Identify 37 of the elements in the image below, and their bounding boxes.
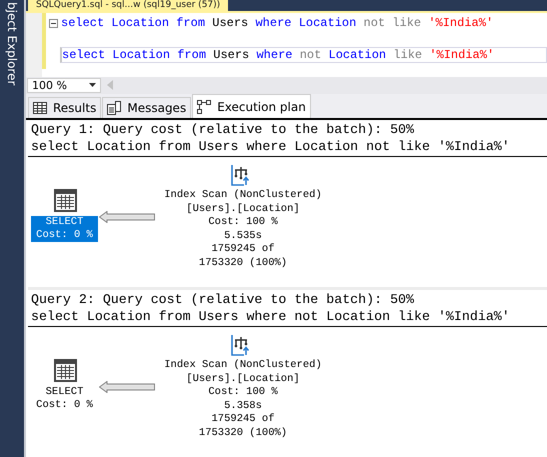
operator-label: 1759245 of bbox=[211, 243, 274, 256]
table-icon[interactable] bbox=[54, 359, 77, 382]
document-icon bbox=[107, 101, 122, 115]
collapse-icon[interactable] bbox=[48, 18, 58, 28]
caret-icon bbox=[89, 83, 96, 88]
result-tab[interactable]: Messages bbox=[102, 97, 192, 118]
result-tab[interactable]: Results bbox=[28, 97, 102, 118]
object-explorer-tab[interactable]: bject Explorer bbox=[5, 2, 19, 457]
operator-label: Cost: 100 % bbox=[208, 386, 278, 400]
query-cost-text: Query 2: Query cost (relative to the batch): 50% bbox=[31, 291, 416, 308]
operator-label: 1759245 of bbox=[211, 413, 274, 426]
table-icon[interactable] bbox=[54, 189, 77, 212]
code-line: select Location from Users where Location not like '%India%' bbox=[60, 15, 494, 31]
operator-label: 1753320 (100%) bbox=[198, 256, 288, 270]
index-scan-icon[interactable] bbox=[231, 164, 251, 186]
index-scan-icon[interactable] bbox=[231, 334, 251, 356]
flow-arrow bbox=[99, 381, 155, 393]
document-tab[interactable]: SQLQuery1.sql - sql...w (sql19_user (57)) bbox=[28, 0, 228, 11]
change-marker bbox=[42, 13, 46, 69]
query-cost-text: Query 1: Query cost (relative to the batch): 50% bbox=[31, 121, 416, 138]
query-text: select Location from Users where not Location like '%India%' bbox=[31, 308, 511, 325]
operator-label: Index Scan (NonClustered) bbox=[164, 189, 322, 202]
operator-label: Index Scan (NonClustered) bbox=[164, 359, 322, 372]
operator-label: [Users].[Location] bbox=[186, 372, 300, 386]
flowchart-icon bbox=[197, 100, 212, 114]
zoom-dropdown[interactable]: 100 % bbox=[27, 78, 101, 93]
select-node[interactable]: SELECT Cost: 0 % bbox=[31, 386, 98, 412]
flow-arrow bbox=[99, 211, 155, 223]
operator-label: 1753320 (100%) bbox=[198, 426, 288, 440]
operator-label: [Users].[Location] bbox=[186, 202, 300, 216]
operator-label: 5.358s bbox=[224, 400, 262, 413]
grid-icon bbox=[33, 102, 47, 114]
result-tab[interactable]: Execution plan bbox=[192, 94, 311, 118]
query-text: select Location from Users where Location not like '%India%' bbox=[31, 138, 511, 155]
select-node[interactable]: SELECT Cost: 0 % bbox=[31, 216, 98, 242]
operator-label: 5.535s bbox=[224, 230, 262, 243]
operator-label: Cost: 100 % bbox=[208, 216, 278, 230]
